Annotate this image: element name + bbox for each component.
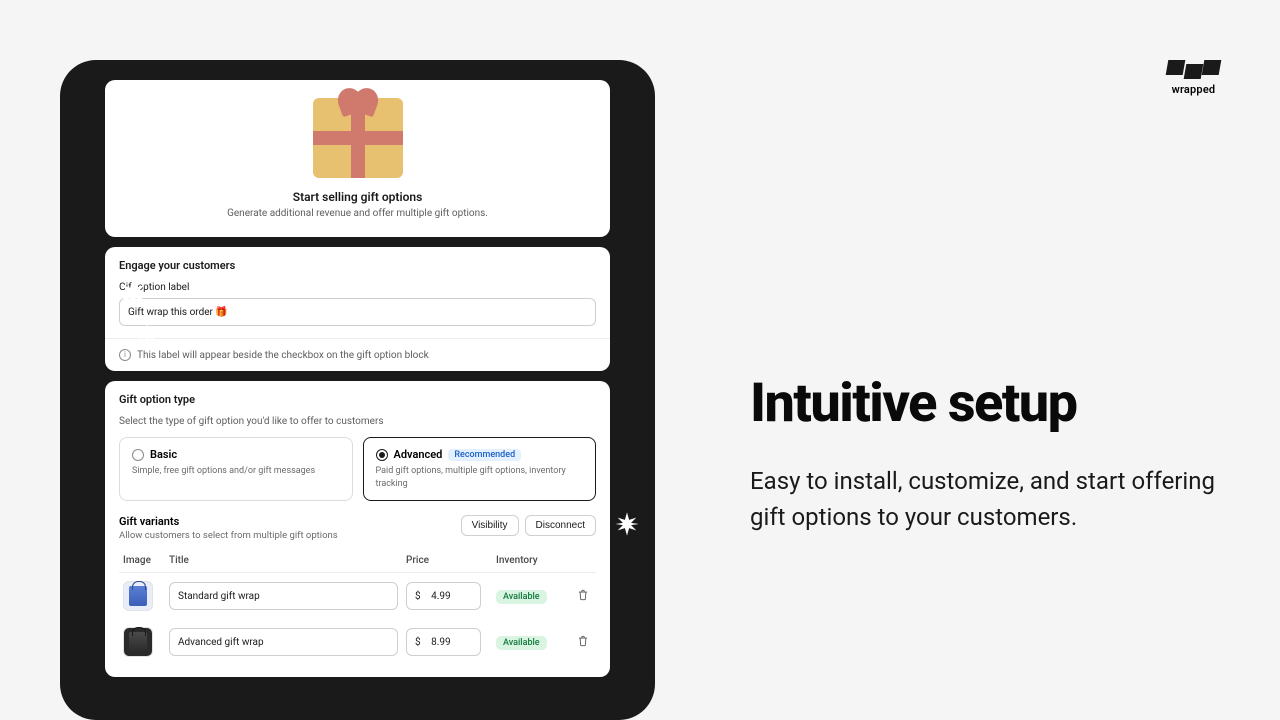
option-advanced-title: Advanced [394, 448, 443, 461]
brand-mark-icon [1167, 60, 1220, 79]
inventory-badge: Available [496, 636, 547, 650]
visibility-button[interactable]: Visibility [461, 515, 519, 536]
variant-thumb[interactable] [123, 627, 153, 657]
variant-price-input[interactable]: $ 8.99 [406, 628, 481, 656]
sparkle-icon [613, 510, 641, 538]
table-row: Standard gift wrap $ 4.99 Available [119, 573, 596, 620]
inventory-badge: Available [496, 590, 547, 604]
variant-thumb[interactable] [123, 581, 153, 611]
table-row: Advanced gift wrap $ 8.99 Available [119, 619, 596, 665]
option-basic-title: Basic [150, 448, 177, 461]
option-advanced-desc: Paid gift options, multiple gift options… [376, 465, 584, 490]
gift-type-card: Gift option type Select the type of gift… [105, 381, 610, 677]
gift-box-icon [313, 98, 403, 178]
variant-title-input[interactable]: Standard gift wrap [169, 582, 398, 610]
gift-label-field-label: Gift option label [119, 282, 596, 293]
radio-icon [132, 449, 144, 461]
hero-subtitle: Generate additional revenue and offer mu… [123, 208, 592, 219]
gift-type-title: Gift option type [119, 393, 596, 406]
radio-icon [376, 449, 388, 461]
gift-variants-sub: Allow customers to select from multiple … [119, 530, 338, 541]
variants-table: Image Title Price Inventory Standard gif… [119, 549, 596, 665]
hero-title: Start selling gift options [123, 190, 592, 204]
recommended-badge: Recommended [448, 449, 521, 461]
gift-type-desc: Select the type of gift option you'd lik… [119, 416, 596, 427]
col-inventory: Inventory [492, 549, 572, 573]
hero-card: Start selling gift options Generate addi… [105, 80, 610, 237]
option-advanced[interactable]: Advanced Recommended Paid gift options, … [363, 437, 597, 501]
app-preview-frame: Start selling gift options Generate addi… [60, 60, 655, 720]
gift-label-helper: i This label will appear beside the chec… [105, 338, 610, 371]
gift-variants-title: Gift variants [119, 515, 338, 528]
brand-name: wrapped [1167, 83, 1220, 96]
marketing-headline: Intuitive setup [750, 376, 1220, 433]
option-basic-desc: Simple, free gift options and/or gift me… [132, 465, 340, 478]
disconnect-button[interactable]: Disconnect [525, 515, 596, 536]
gift-label-value: Gift wrap this order 🎁 [128, 307, 228, 318]
marketing-body: Easy to install, customize, and start of… [750, 463, 1220, 535]
col-title: Title [165, 549, 402, 573]
col-image: Image [119, 549, 165, 573]
brand-logo: wrapped [1167, 60, 1220, 96]
variant-price-input[interactable]: $ 4.99 [406, 582, 481, 610]
gift-label-input[interactable]: Gift wrap this order 🎁 [119, 298, 596, 326]
variant-title-input[interactable]: Advanced gift wrap [169, 628, 398, 656]
delete-icon[interactable] [576, 634, 590, 648]
engage-section-title: Engage your customers [119, 259, 596, 272]
delete-icon[interactable] [576, 588, 590, 602]
info-icon: i [119, 349, 131, 361]
option-basic[interactable]: Basic Simple, free gift options and/or g… [119, 437, 353, 501]
engage-card: Engage your customers Gift option label … [105, 247, 610, 371]
col-price: Price [402, 549, 492, 573]
